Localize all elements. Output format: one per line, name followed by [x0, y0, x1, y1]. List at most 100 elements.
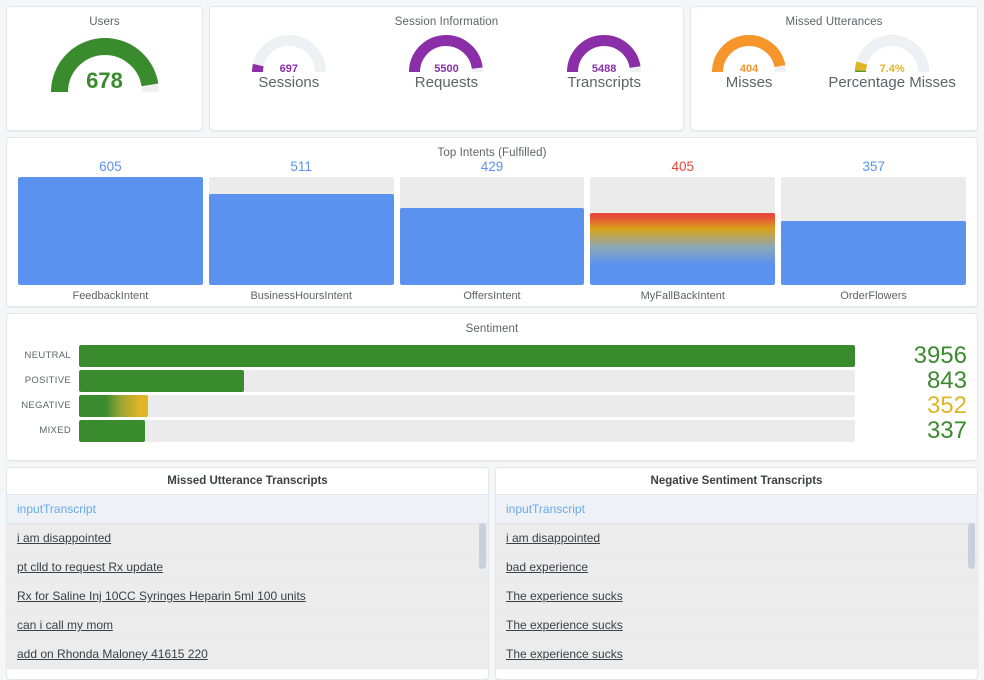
gauge-arc: 678 — [50, 30, 159, 96]
negative-table-scroll[interactable]: inputTranscript i am disappointed bad exp… — [496, 495, 977, 679]
intent-bar-BusinessHoursIntent[interactable]: 511 BusinessHoursIntent — [208, 159, 394, 302]
table-row[interactable]: bad experience — [496, 553, 977, 582]
gauge-label: Requests — [414, 74, 479, 91]
negative-table-body: i am disappointed bad experience The exper… — [496, 524, 977, 669]
sentiment-panel: Sentiment NEUTRAL 3956 POSITIVE 843 NEGATIVE… — [6, 313, 978, 461]
transcript-link[interactable]: pt clld to request Rx update — [17, 560, 163, 574]
transcript-link[interactable]: The experience sucks — [506, 618, 623, 632]
intent-bar-track — [208, 177, 394, 285]
table-row[interactable]: The experience sucks — [496, 582, 977, 611]
dashboard-root: Users 678 Session Information 697 Session… — [0, 0, 984, 680]
gauge-value: 404 — [739, 63, 759, 75]
top-intents-title: Top Intents (Fulfilled) — [437, 147, 547, 159]
intent-bar-FeedbackIntent[interactable]: 605 FeedbackIntent — [18, 159, 203, 302]
missed-utterances-panel: Missed Utterances 404 Misses 7.4% Percentag… — [690, 6, 978, 131]
sentiment-row-mixed[interactable]: MIXED 337 — [17, 416, 967, 444]
transcript-link[interactable]: Rx for Saline Inj 10CC Syringes Heparin … — [17, 589, 306, 603]
intent-bar-fill — [208, 194, 394, 285]
intent-bar-label: MyFallBackIntent — [640, 290, 725, 302]
sentiment-row-value: 843 — [926, 366, 967, 394]
missed-table-scrollbar[interactable] — [479, 495, 486, 679]
gauge-value: 5500 — [434, 63, 459, 75]
intent-bar-value: 429 — [480, 159, 504, 174]
sentiment-row-label: POSITIVE — [24, 375, 71, 386]
sentiment-row-fill — [79, 394, 149, 417]
missed-table-column-header[interactable]: inputTranscript — [7, 495, 488, 524]
sentiment-row-label: MIXED — [39, 425, 71, 436]
table-row[interactable]: pt clld to request Rx update — [7, 553, 488, 582]
users-panel: Users 678 — [6, 6, 203, 131]
gauge-cell-users[interactable]: 678 — [50, 30, 159, 96]
gauge-cell-sessions[interactable]: 697 Sessions — [251, 30, 326, 91]
gauge-arc: 697 — [251, 30, 326, 76]
missed-table-scrollbar-thumb[interactable] — [479, 523, 486, 569]
gauge-value: 678 — [86, 68, 123, 93]
sentiment-row-fill — [79, 369, 245, 392]
gauge-label: Percentage Misses — [828, 74, 956, 91]
sentiment-row-neutral[interactable]: NEUTRAL 3956 — [17, 342, 967, 369]
gauge-arc: 7.4% — [855, 30, 930, 76]
transcript-link[interactable]: i am disappointed — [17, 531, 111, 545]
table-row[interactable]: add on Rhonda Maloney 41615 220 — [7, 640, 488, 669]
intent-bar-value: 405 — [671, 159, 695, 174]
users-gauge-row: 678 — [7, 28, 202, 151]
negative-table-title: Negative Sentiment Transcripts — [496, 468, 977, 495]
negative-table-scrollbar[interactable] — [968, 495, 975, 679]
sentiment-row-value: 337 — [926, 416, 967, 444]
gauge-value: 697 — [279, 63, 298, 75]
gauge-cell-misses[interactable]: 404 Misses — [712, 30, 787, 91]
intent-bar-OffersIntent[interactable]: 429 OffersIntent — [399, 159, 585, 302]
sentiment-rows: NEUTRAL 3956 POSITIVE 843 NEGATIVE 352 MIXED 33… — [7, 335, 977, 448]
table-row[interactable]: Rx for Saline Inj 10CC Syringes Heparin … — [7, 582, 488, 611]
gauge-label: Transcripts — [567, 74, 641, 91]
intent-bar-value: 605 — [99, 159, 122, 174]
sentiment-row-fill — [79, 419, 145, 442]
gauge-cell-requests[interactable]: 5500 Requests — [409, 30, 484, 91]
intent-bar-fill — [781, 221, 966, 285]
transcript-link[interactable]: i am disappointed — [506, 531, 600, 545]
sentiment-row-label: NEUTRAL — [24, 350, 71, 361]
table-row[interactable]: i am disappointed — [7, 524, 488, 553]
transcript-link[interactable]: can i call my mom — [17, 618, 113, 632]
intent-bar-fill — [399, 208, 585, 285]
intent-bar-track — [399, 177, 585, 285]
session-information-panel: Session Information 697 Sessions 5500 Reque… — [209, 6, 684, 131]
intent-bar-label: BusinessHoursIntent — [250, 290, 352, 302]
negative-table-column-header[interactable]: inputTranscript — [496, 495, 977, 524]
transcript-link[interactable]: The experience sucks — [506, 589, 623, 603]
missed-table-body: i am disappointed pt clld to request Rx u… — [7, 524, 488, 669]
transcript-link[interactable]: add on Rhonda Maloney 41615 220 — [17, 647, 208, 661]
intent-bar-value: 511 — [290, 159, 312, 174]
table-row[interactable]: can i call my mom — [7, 611, 488, 640]
gauge-arc: 404 — [712, 30, 787, 76]
missed-utterance-transcripts-panel: Missed Utterance Transcripts inputTransc… — [6, 467, 489, 680]
top-intents-panel: Top Intents (Fulfilled) 605 FeedbackInten… — [6, 137, 978, 307]
missed-gauge-row: 404 Misses 7.4% Percentage Misses — [691, 28, 977, 151]
gauge-label: Sessions — [258, 74, 320, 91]
intent-bar-track — [590, 177, 776, 285]
intent-bar-fill — [590, 212, 776, 285]
intent-bar-OrderFlowers[interactable]: 357 OrderFlowers — [781, 159, 966, 302]
transcript-link[interactable]: The experience sucks — [506, 647, 623, 661]
table-row[interactable]: The experience sucks — [496, 640, 977, 669]
transcripts-row: Missed Utterance Transcripts inputTransc… — [6, 467, 978, 680]
table-row[interactable]: The experience sucks — [496, 611, 977, 640]
session-panel-title: Session Information — [394, 16, 499, 28]
sentiment-row-positive[interactable]: POSITIVE 843 — [17, 366, 967, 394]
users-panel-title: Users — [89, 16, 120, 28]
sentiment-title: Sentiment — [465, 323, 519, 335]
intent-bar-label: FeedbackIntent — [72, 290, 149, 302]
missed-table-scroll[interactable]: inputTranscript i am disappointed pt clld… — [7, 495, 488, 679]
negative-table-scrollbar-thumb[interactable] — [968, 523, 975, 569]
sentiment-row-label: NEGATIVE — [21, 400, 71, 411]
intent-bar-label: OrderFlowers — [840, 290, 907, 302]
intent-bar-MyFallBackIntent[interactable]: 405 MyFallBackIntent — [590, 159, 776, 302]
gauge-cell-transcripts[interactable]: 5488 Transcripts — [567, 30, 642, 91]
sentiment-row-track — [79, 394, 855, 417]
gauge-cell-percentage-misses[interactable]: 7.4% Percentage Misses — [828, 30, 956, 91]
intent-bar-label: OffersIntent — [463, 290, 521, 302]
sentiment-row-negative[interactable]: NEGATIVE 352 — [17, 392, 967, 419]
intent-bar-value: 357 — [862, 159, 885, 174]
table-row[interactable]: i am disappointed — [496, 524, 977, 553]
transcript-link[interactable]: bad experience — [506, 560, 588, 574]
